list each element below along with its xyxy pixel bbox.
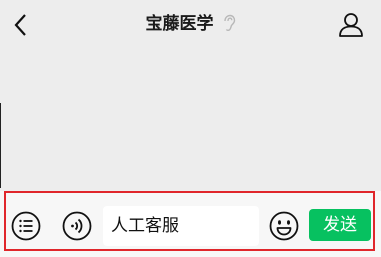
- left-edge-line: [0, 103, 1, 188]
- ear-icon: [223, 14, 235, 31]
- chat-title-area: 宝藤医学: [0, 12, 381, 36]
- chat-title: 宝藤医学: [145, 14, 214, 34]
- person-icon: [339, 13, 363, 37]
- nav-bar: 宝藤医学: [0, 0, 381, 50]
- highlight-frame: [4, 191, 375, 251]
- profile-button[interactable]: [337, 11, 365, 39]
